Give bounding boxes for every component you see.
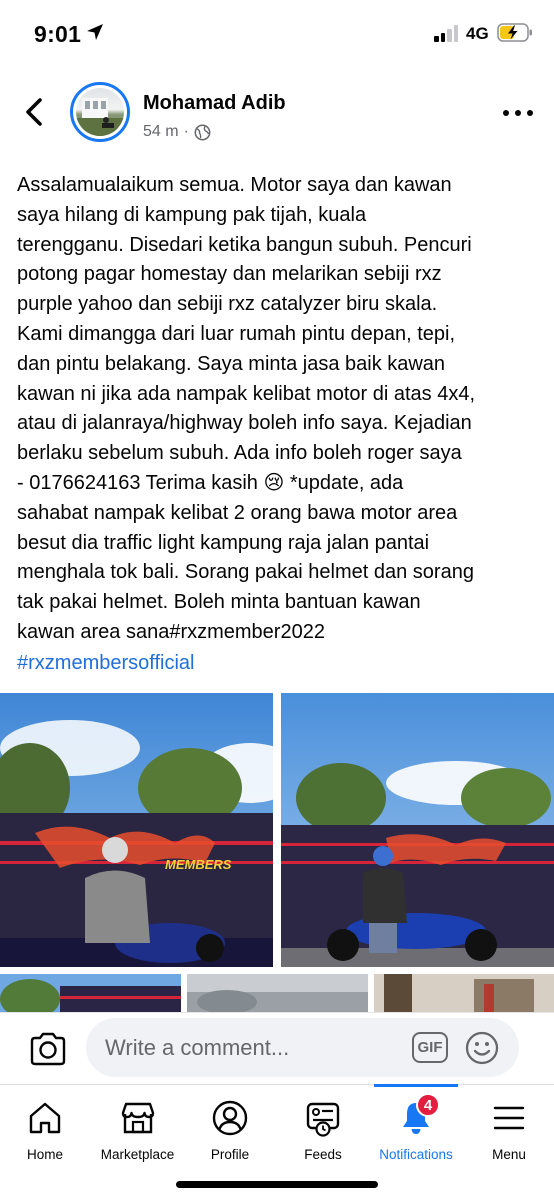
tab-label: Marketplace bbox=[100, 1147, 175, 1162]
battery-charging-icon bbox=[497, 23, 532, 42]
comment-input[interactable]: Write a comment... GIF bbox=[86, 1018, 519, 1077]
menu-icon bbox=[493, 1106, 525, 1130]
feeds-icon bbox=[306, 1102, 340, 1137]
tab-label: Home bbox=[26, 1147, 63, 1162]
comment-placeholder: Write a comment... bbox=[105, 1035, 290, 1060]
post-photo-4[interactable] bbox=[187, 974, 368, 1014]
tab-home[interactable]: Home bbox=[0, 1085, 90, 1175]
cellular-signal-icon bbox=[434, 25, 460, 42]
post-photo-3[interactable] bbox=[0, 974, 181, 1014]
author-name[interactable]: Mohamad Adib bbox=[143, 92, 286, 115]
back-arrow-icon[interactable] bbox=[20, 94, 52, 130]
post-photo-5[interactable] bbox=[374, 974, 554, 1014]
gif-button[interactable]: GIF bbox=[412, 1032, 448, 1063]
profile-icon bbox=[212, 1100, 248, 1136]
status-time: 9:01 bbox=[34, 21, 82, 47]
tab-label: Notifications bbox=[379, 1147, 453, 1162]
post-text: Assalamualaikum semua. Motor saya dan ka… bbox=[17, 174, 476, 643]
marketplace-icon bbox=[121, 1102, 154, 1134]
tab-label: Feeds bbox=[304, 1147, 342, 1162]
post-header: Mohamad Adib 54 m · bbox=[0, 78, 554, 150]
hashtag-link[interactable]: #rxzmembersofficial bbox=[17, 649, 194, 678]
post-photo-2[interactable] bbox=[281, 693, 554, 967]
tab-marketplace[interactable]: Marketplace bbox=[90, 1085, 185, 1175]
tab-menu[interactable]: Menu bbox=[464, 1085, 554, 1175]
camera-icon[interactable] bbox=[28, 1031, 68, 1067]
tab-feeds[interactable]: Feeds bbox=[278, 1085, 368, 1175]
post-photo-1[interactable]: MEMBERS bbox=[0, 693, 273, 967]
author-avatar[interactable] bbox=[70, 82, 130, 142]
globe-icon bbox=[194, 124, 211, 140]
post-meta: 54 m · bbox=[143, 123, 211, 141]
meta-separator: · bbox=[183, 123, 189, 140]
tab-label: Profile bbox=[210, 1147, 250, 1162]
status-bar: 9:01 4G bbox=[0, 0, 554, 66]
post-time[interactable]: 54 m bbox=[143, 123, 179, 141]
notification-badge: 4 bbox=[416, 1093, 440, 1117]
more-options-icon[interactable] bbox=[503, 106, 533, 120]
network-type: 4G bbox=[466, 24, 489, 43]
tab-profile[interactable]: Profile bbox=[185, 1085, 275, 1175]
home-indicator[interactable] bbox=[176, 1181, 378, 1188]
comment-bar: Write a comment... GIF bbox=[0, 1012, 554, 1084]
home-icon bbox=[29, 1102, 61, 1134]
tab-label: Menu bbox=[492, 1147, 526, 1162]
tab-notifications[interactable]: 4 Notifications bbox=[370, 1085, 462, 1175]
banner-text: MEMBERS bbox=[165, 857, 232, 872]
emoji-icon[interactable] bbox=[464, 1030, 500, 1066]
location-arrow-icon bbox=[87, 24, 103, 40]
